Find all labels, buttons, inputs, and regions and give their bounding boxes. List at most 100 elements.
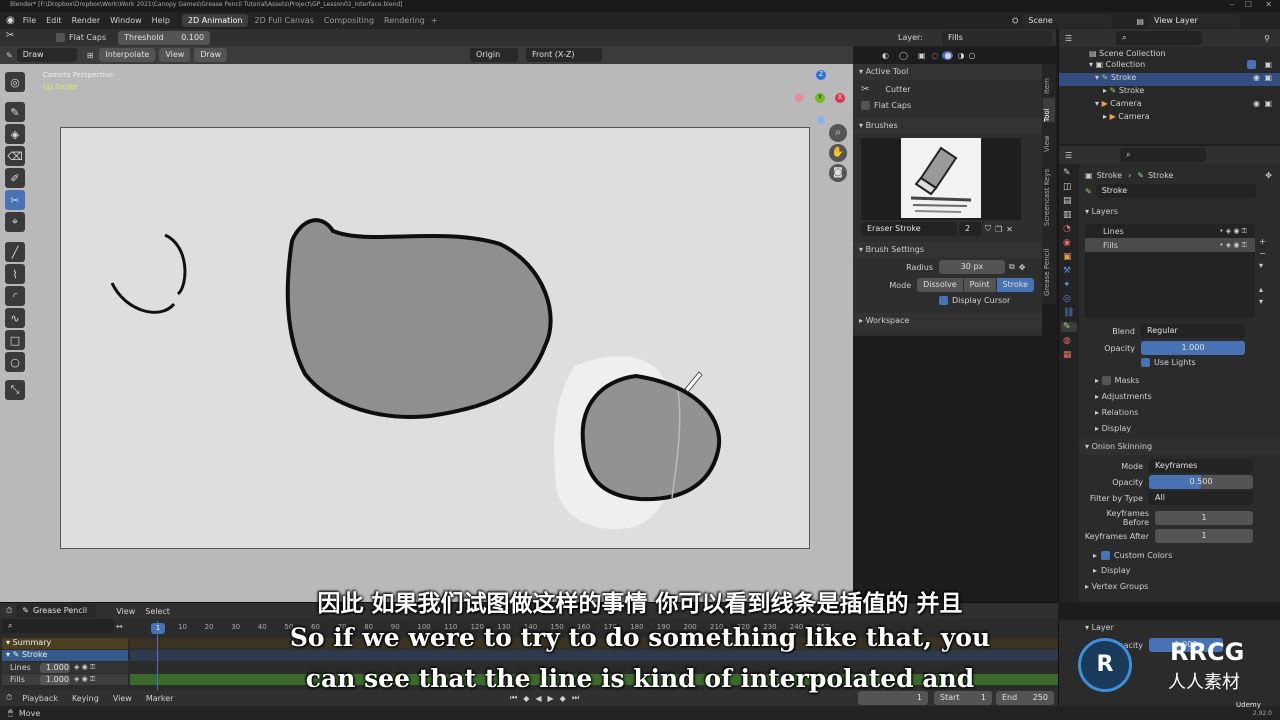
outliner-collection[interactable]: ▾ ▣ Collection ▣ bbox=[1059, 60, 1280, 73]
scene-selector[interactable]: Scene bbox=[1022, 14, 1113, 28]
outliner-camera-object[interactable]: ▾ ▶ Camera ◉ ▣ bbox=[1059, 99, 1280, 112]
menu-help[interactable]: Help bbox=[152, 16, 170, 25]
play-icon[interactable]: ▶ bbox=[548, 694, 554, 703]
relations-section[interactable]: ▸ Relations bbox=[1089, 405, 1280, 421]
outliner-scene-collection[interactable]: ▤ Scene Collection bbox=[1059, 47, 1280, 60]
next-key-icon[interactable]: ◆ bbox=[560, 694, 566, 703]
texture-props-icon[interactable]: ▦ bbox=[1063, 350, 1075, 360]
unlink-brush-icon[interactable]: ✕ bbox=[1006, 225, 1013, 234]
cutter-tool-icon[interactable]: ✂ bbox=[5, 190, 25, 210]
playback-menu[interactable]: Playback bbox=[22, 694, 58, 703]
tab-item[interactable]: Item bbox=[1043, 68, 1055, 94]
physics-props-icon[interactable]: ◎ bbox=[1063, 294, 1075, 304]
tab-screencast-keys[interactable]: Screencast Keys bbox=[1043, 156, 1055, 226]
add-workspace-button[interactable]: + bbox=[431, 16, 438, 25]
menu-edit[interactable]: Edit bbox=[46, 16, 62, 25]
onion-opacity-field[interactable]: 0.500 bbox=[1149, 475, 1253, 489]
outliner-search[interactable]: ⌕ bbox=[1116, 31, 1203, 45]
gizmo-y[interactable]: Y bbox=[815, 93, 825, 103]
display-cursor-checkbox[interactable] bbox=[939, 296, 948, 305]
view-layer-selector[interactable]: View Layer bbox=[1147, 14, 1240, 28]
collection-checkbox[interactable] bbox=[1247, 60, 1256, 69]
xray-icon[interactable]: ▣ bbox=[918, 51, 926, 60]
scene-props-icon[interactable]: ◔ bbox=[1063, 224, 1075, 234]
collection-camera-icon[interactable]: ▣ bbox=[1264, 60, 1272, 69]
tab-2d-animation[interactable]: 2D Animation bbox=[181, 14, 249, 27]
mode-stroke[interactable]: Stroke bbox=[996, 278, 1034, 292]
constraints-props-icon[interactable]: ⛓ bbox=[1063, 308, 1075, 318]
custom-colors-expand[interactable]: ▸ bbox=[1093, 551, 1097, 560]
brush-preview[interactable] bbox=[861, 138, 1021, 220]
brush-settings-header[interactable]: ▾ Brush Settings bbox=[853, 242, 1042, 258]
tab-view[interactable]: View bbox=[1043, 126, 1055, 152]
blender-logo-icon[interactable]: ◉ bbox=[6, 15, 15, 26]
layer-item-lines[interactable]: Lines • ◈ ◉ ⚿ bbox=[1085, 224, 1255, 238]
marker-menu[interactable]: Marker bbox=[146, 694, 174, 703]
mode-dissolve[interactable]: Dissolve bbox=[917, 278, 963, 292]
menu-window[interactable]: Window bbox=[110, 16, 142, 25]
pan-icon[interactable]: ✋ bbox=[829, 144, 847, 162]
scene-icon[interactable]: ⛭ bbox=[1012, 16, 1018, 26]
camera-view-icon[interactable]: ◙ bbox=[829, 164, 847, 182]
tab-rendering[interactable]: Rendering bbox=[384, 16, 425, 25]
onion-display-expand[interactable]: ▸ bbox=[1093, 566, 1097, 575]
workspace-header[interactable]: ▸ Workspace bbox=[853, 313, 1042, 329]
shading-wire-icon[interactable]: ◌ bbox=[932, 51, 939, 60]
fill-tool-icon[interactable]: ◈ bbox=[5, 124, 25, 144]
shading-render-icon[interactable]: ○ bbox=[968, 51, 975, 60]
window-min-button[interactable]: – bbox=[1230, 0, 1234, 9]
start-frame-field[interactable]: Start 1 bbox=[934, 691, 992, 705]
tab-tool[interactable]: Tool bbox=[1043, 98, 1055, 122]
menu-render[interactable]: Render bbox=[72, 16, 100, 25]
visibility-icon[interactable]: ◐ bbox=[882, 51, 889, 60]
radius-field[interactable]: 30 px bbox=[939, 260, 1005, 274]
view-layer-props-icon[interactable]: ▥ bbox=[1063, 210, 1075, 220]
gizmo-z[interactable]: Z bbox=[816, 70, 826, 80]
eyedropper-tool-icon[interactable]: ⌖ bbox=[5, 212, 25, 232]
brush-name-field[interactable]: Eraser Stroke bbox=[861, 222, 957, 236]
display-section[interactable]: ▸ Display bbox=[1089, 421, 1280, 437]
gizmo-neg-z[interactable] bbox=[817, 116, 825, 124]
outliner-camera-data[interactable]: ▸ ▶ Camera bbox=[1059, 112, 1280, 125]
polyline-tool-icon[interactable]: ⌇ bbox=[5, 264, 25, 284]
world-props-icon[interactable]: ◉ bbox=[1063, 238, 1075, 248]
outliner-type-icon[interactable]: ☰ bbox=[1065, 34, 1072, 43]
properties-type-icon[interactable]: ☰ bbox=[1065, 151, 1072, 160]
tab-grease-pencil[interactable]: Grease Pencil bbox=[1043, 230, 1055, 296]
overlays-icon[interactable]: ◯ bbox=[899, 51, 908, 60]
view-layer-icon[interactable]: ▤ bbox=[1136, 17, 1144, 26]
layer-fills-icons[interactable]: • ◈ ◉ ⚿ bbox=[1219, 241, 1247, 250]
layer-side-buttons[interactable]: + − ▾ ▴ ▾ bbox=[1259, 236, 1273, 308]
line-tool-icon[interactable]: ╱ bbox=[5, 242, 25, 262]
data-name-field[interactable]: Stroke bbox=[1095, 184, 1256, 198]
fake-user-icon[interactable]: ⛉ bbox=[985, 224, 991, 234]
stroke-visibility-icon[interactable]: ◉ bbox=[1253, 73, 1260, 82]
jump-end-icon[interactable]: ⏭ bbox=[572, 693, 579, 703]
opacity-field[interactable]: 1.000 bbox=[1141, 341, 1245, 355]
draw-tool-icon[interactable]: ✎ bbox=[5, 102, 25, 122]
menu-file[interactable]: File bbox=[23, 16, 36, 25]
layers-header[interactable]: ▾ Layers bbox=[1079, 204, 1280, 220]
timeline-type-icon[interactable]: ⏱ bbox=[6, 693, 12, 703]
mode-point[interactable]: Point bbox=[963, 278, 996, 292]
select-tool-icon[interactable]: ◎ bbox=[5, 72, 25, 92]
effects-props-icon[interactable]: ✦ bbox=[1063, 280, 1075, 290]
use-lights-checkbox[interactable] bbox=[1141, 358, 1150, 367]
layer-lines-icons[interactable]: • ◈ ◉ ⚿ bbox=[1219, 227, 1247, 236]
window-close-button[interactable]: ✕ bbox=[1265, 0, 1272, 9]
viewport[interactable]: ✎ Draw ⊞ Interpolate View Draw Origin Fr… bbox=[0, 46, 853, 602]
output-props-icon[interactable]: ▤ bbox=[1063, 196, 1075, 206]
gizmo-neg-x[interactable] bbox=[795, 94, 803, 102]
stroke-render-icon[interactable]: ▣ bbox=[1264, 73, 1272, 82]
play-reverse-icon[interactable]: ◀ bbox=[535, 694, 541, 703]
npanel-flat-caps-checkbox[interactable] bbox=[861, 101, 870, 110]
current-frame-field[interactable]: 1 bbox=[858, 691, 928, 705]
interpolate-tool-icon[interactable]: ⤡ bbox=[5, 380, 25, 400]
properties-search[interactable]: ⌕ bbox=[1120, 148, 1207, 162]
layer-selector[interactable]: Fills bbox=[942, 30, 1052, 45]
onion-skinning-header[interactable]: ▾ Onion Skinning bbox=[1079, 439, 1280, 455]
tab-2d-full-canvas[interactable]: 2D Full Canvas bbox=[254, 16, 313, 25]
gp-data-props-icon[interactable]: ✎ bbox=[1061, 322, 1077, 332]
active-tool-header[interactable]: ▾ Active Tool bbox=[853, 64, 1042, 80]
circle-tool-icon[interactable]: ○ bbox=[5, 352, 25, 372]
